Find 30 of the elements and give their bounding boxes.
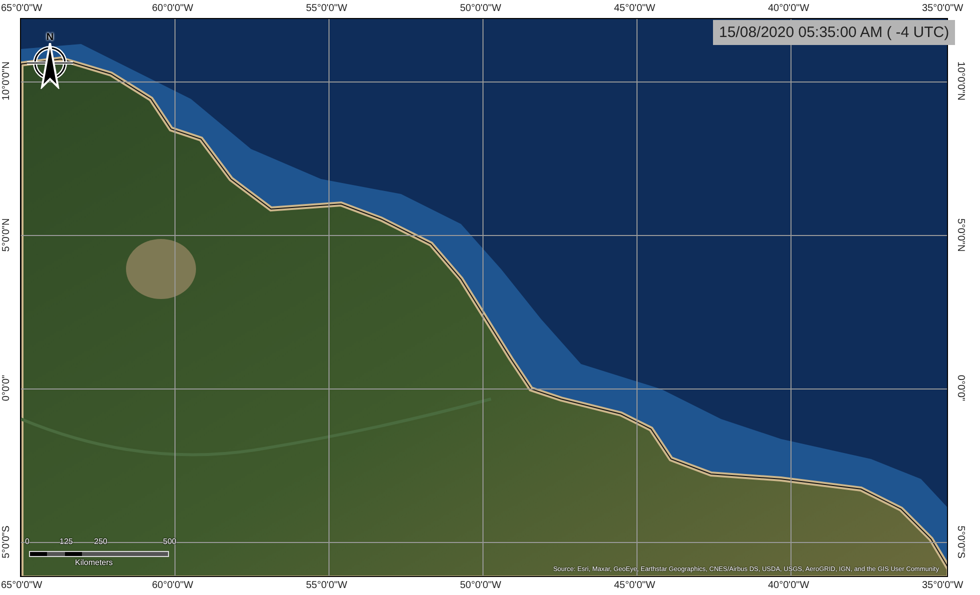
longitude-label: 35°0'0"W bbox=[922, 3, 964, 15]
longitude-label: 50°0'0"W bbox=[460, 3, 502, 15]
longitude-label: 45°0'0"W bbox=[614, 580, 656, 592]
timestamp-label: 15/08/2020 05:35:00 AM ( -4 UTC) bbox=[713, 20, 956, 45]
latitude-label: 5°0'0"S bbox=[1, 524, 13, 560]
longitude-label: 65°0'0"W bbox=[1, 3, 42, 15]
longitude-label: 65°0'0"W bbox=[1, 580, 42, 592]
longitude-label: 40°0'0"W bbox=[768, 3, 810, 15]
longitude-label: 40°0'0"W bbox=[768, 580, 810, 592]
latitude-label: 5°0'0"N bbox=[954, 216, 966, 254]
north-arrow-icon bbox=[25, 43, 75, 89]
latitude-label: 0°0'0" bbox=[954, 374, 966, 404]
latitude-label: 10°0'0"N bbox=[1, 60, 13, 102]
longitude-label: 45°0'0"W bbox=[614, 3, 656, 15]
longitude-label: 60°0'0"W bbox=[152, 580, 194, 592]
longitude-label: 35°0'0"W bbox=[922, 580, 964, 592]
north-label: N bbox=[46, 33, 54, 43]
scale-label: 500 bbox=[163, 537, 176, 546]
longitude-label: 50°0'0"W bbox=[460, 580, 502, 592]
longitude-label: 55°0'0"W bbox=[306, 580, 348, 592]
latitude-label: 5°0'0"S bbox=[954, 524, 966, 560]
scale-label: 250 bbox=[94, 537, 108, 546]
longitude-label: 55°0'0"W bbox=[306, 3, 348, 15]
latitude-label: 0°0'0" bbox=[1, 374, 13, 404]
latitude-label: 5°0'0"N bbox=[1, 216, 13, 254]
scale-unit: Kilometers bbox=[75, 558, 113, 567]
scale-label: 0 bbox=[25, 537, 30, 546]
longitude-label: 60°0'0"W bbox=[152, 3, 194, 15]
scale-label: 125 bbox=[60, 537, 73, 546]
latitude-label: 10°0'0"N bbox=[954, 60, 966, 102]
